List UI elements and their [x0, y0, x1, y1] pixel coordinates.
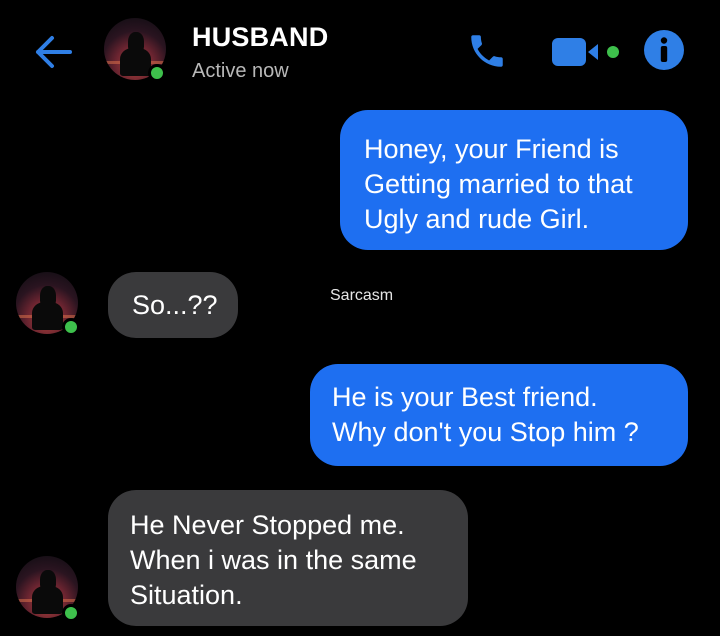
online-indicator [62, 604, 80, 622]
message-line: Why don't you Stop him ? [332, 417, 639, 447]
message-line: Situation. [130, 580, 243, 610]
message-line: So...?? [132, 290, 218, 320]
message-line: When i was in the same [130, 545, 417, 575]
message-bubble-incoming[interactable]: He Never Stopped me. When i was in the s… [108, 490, 468, 626]
back-arrow-icon [36, 36, 72, 68]
active-status: Active now [192, 60, 289, 82]
message-bubble-incoming[interactable]: So...?? [108, 272, 238, 338]
message-line: He Never Stopped me. [130, 510, 405, 540]
message-line: Honey, your Friend is [364, 134, 619, 164]
video-camera-icon [552, 38, 619, 66]
online-indicator [62, 318, 80, 336]
info-button[interactable] [642, 28, 686, 72]
phone-icon [471, 35, 503, 67]
message-bubble-outgoing[interactable]: He is your Best friend. Why don't you St… [310, 364, 688, 466]
video-call-button[interactable] [550, 34, 626, 68]
contact-name[interactable]: HUSBAND [192, 22, 328, 53]
sarcasm-caption: Sarcasm [330, 287, 394, 304]
back-button[interactable] [30, 32, 74, 72]
message-line: He is your Best friend. [332, 382, 598, 412]
header-online-indicator [148, 64, 166, 82]
message-bubble-outgoing[interactable]: Honey, your Friend is Getting married to… [340, 110, 688, 250]
message-line: Ugly and rude Girl. [364, 204, 590, 234]
info-icon [644, 30, 684, 70]
call-button[interactable] [466, 30, 508, 72]
message-line: Getting married to that [364, 169, 633, 199]
